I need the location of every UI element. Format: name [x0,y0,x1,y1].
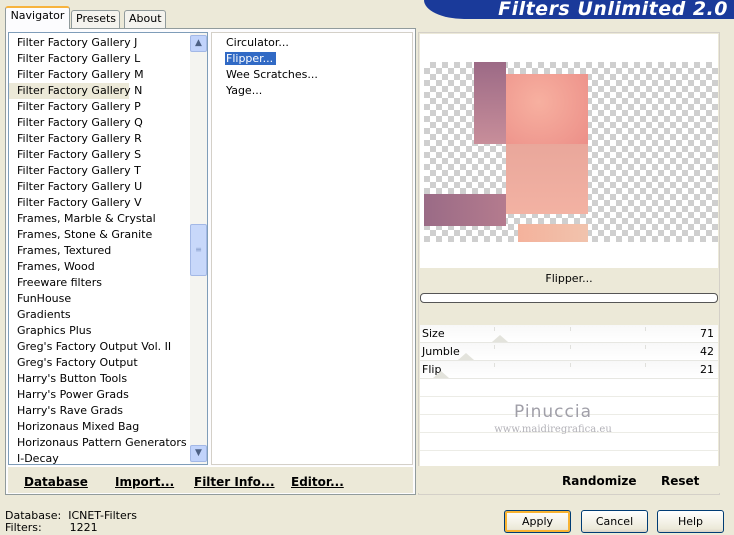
category-list[interactable]: Filter Factory Gallery J Filter Factory G… [8,32,208,465]
filter-list[interactable]: Circulator... Flipper... Wee Scratches... Y… [211,32,413,465]
category-item[interactable]: Greg's Factory Output Vol. II [9,339,189,355]
param-empty-row [420,379,718,397]
category-item[interactable]: Horizonaus Mixed Bag [9,419,189,435]
filter-item-label: Flipper... [225,52,277,65]
reset-button[interactable]: Reset [661,474,699,488]
param-value: 21 [700,363,714,376]
tab-presets[interactable]: Presets [71,10,120,28]
scroll-thumb[interactable]: ≡ [190,224,207,276]
param-size-slider[interactable]: Size 71 [420,325,718,343]
filter-info-button[interactable]: Filter Info... [194,475,275,489]
category-item[interactable]: Greg's Factory Output [9,355,189,371]
filter-item[interactable]: Circulator... [212,35,412,51]
scroll-down-button[interactable]: ▼ [190,445,207,462]
category-item[interactable]: Gradients [9,307,189,323]
cancel-button[interactable]: Cancel [581,510,648,533]
category-item[interactable]: Filter Factory Gallery S [9,147,189,163]
category-item[interactable]: I-Decay [9,451,189,464]
param-empty-row [420,433,718,451]
preview-button-bar: Randomize Reset [418,466,720,493]
category-item[interactable]: Filter Factory Gallery N [9,83,142,99]
category-item[interactable]: Filter Factory Gallery J [9,35,189,51]
category-item[interactable]: Filter Factory Gallery V [9,195,189,211]
scroll-up-button[interactable]: ▲ [190,35,207,52]
apply-button[interactable]: Apply [504,510,571,533]
help-button[interactable]: Help [657,510,724,533]
category-item[interactable]: Frames, Marble & Crystal [9,211,189,227]
category-item[interactable]: Filter Factory Gallery R [9,131,189,147]
category-item[interactable]: Frames, Stone & Granite [9,227,189,243]
editor-button[interactable]: Editor... [291,475,344,489]
param-label: Jumble [422,345,460,358]
filter-count: 1221 [69,521,98,534]
navigator-button-bar: Database Import... Filter Info... Editor… [8,466,413,493]
category-item[interactable]: Frames, Wood [9,259,189,275]
category-item[interactable]: Filter Factory Gallery Q [9,115,189,131]
progress-bar [420,293,718,303]
filter-item[interactable]: Wee Scratches... [212,67,412,83]
filter-item[interactable]: Flipper... [212,51,412,67]
category-item[interactable]: Filter Factory Gallery T [9,163,189,179]
category-item[interactable]: Filter Factory Gallery P [9,99,189,115]
category-item[interactable]: Graphics Plus [9,323,189,339]
status-filters: Filters: 1221 [5,521,98,534]
tab-navigator[interactable]: Navigator [5,6,70,29]
param-jumble-slider[interactable]: Jumble 42 [420,343,718,361]
randomize-button[interactable]: Randomize [562,474,636,488]
category-item[interactable]: Horizonaus Pattern Generators [9,435,189,451]
parameter-list: Size 71 Jumble 42 Flip 21 [420,325,718,469]
param-flip-slider[interactable]: Flip 21 [420,361,718,379]
app-title-banner: Filters Unlimited 2.0 [424,0,734,19]
preview-area [420,34,718,268]
category-item[interactable]: Harry's Power Grads [9,387,189,403]
database-button[interactable]: Database [24,475,88,489]
selected-filter-name: Flipper... [420,270,718,288]
filter-item-label: Yage... [226,84,263,97]
category-item[interactable]: Filter Factory Gallery L [9,51,189,67]
import-button[interactable]: Import... [115,475,174,489]
category-item[interactable]: Freeware filters [9,275,189,291]
category-item[interactable]: Filter Factory Gallery M [9,67,189,83]
param-value: 71 [700,327,714,340]
param-label: Size [422,327,445,340]
tab-about[interactable]: About [124,10,166,28]
category-item[interactable]: Harry's Rave Grads [9,403,189,419]
category-item[interactable]: Frames, Textured [9,243,189,259]
category-item[interactable]: Harry's Button Tools [9,371,189,387]
category-item[interactable]: FunHouse [9,291,189,307]
category-item[interactable]: Filter Factory Gallery U [9,179,189,195]
filter-item-label: Circulator... [226,36,289,49]
category-scrollbar[interactable]: ▲ ≡ ▼ [190,33,207,464]
filter-item[interactable]: Yage... [212,83,412,99]
watermark-text: Pinuccia [514,402,592,422]
param-value: 42 [700,345,714,358]
watermark-url: www.maidiregrafica.eu [494,424,612,435]
filter-item-label: Wee Scratches... [226,68,318,81]
preview-panel: Flipper... Size 71 Jumble 42 Flip 21 Pin… [418,32,720,495]
preview-image [424,62,718,242]
